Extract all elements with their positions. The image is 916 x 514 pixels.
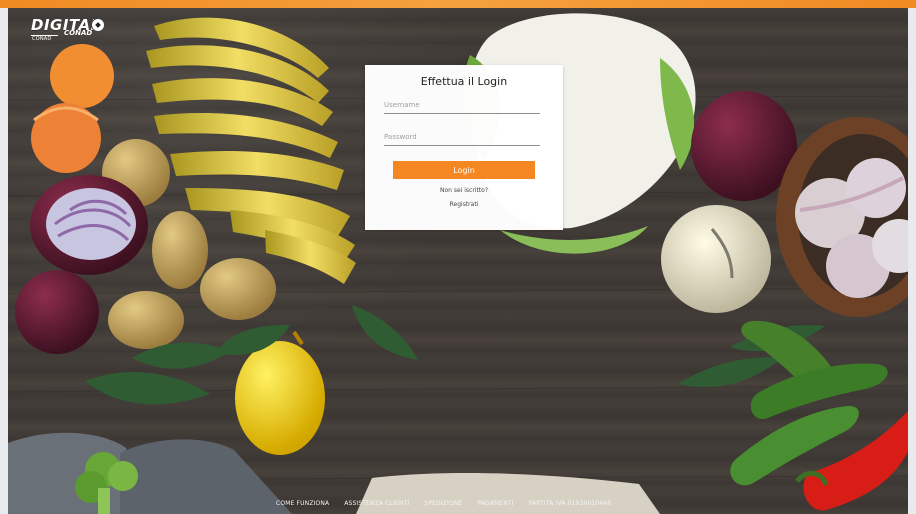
logo-tiny-text: CONAD [32,36,52,42]
username-input[interactable] [384,96,540,114]
footer-links: COME FUNZIONA ASSISTENZA CLIENTI SPEDIZI… [276,499,611,509]
basket-garlic [776,117,916,317]
login-button[interactable]: Login [393,161,535,179]
oranges [31,44,114,173]
right-browser-frame [908,8,916,514]
digital-conad-logo: DIGITAL CONAD CONAD [31,18,107,44]
footer-link-payments[interactable]: PAGAMENTI [477,500,513,508]
left-browser-frame [0,8,8,514]
register-link[interactable]: Registrati [365,201,563,209]
password-input[interactable] [384,128,540,146]
vat-number: PARTITA IVA 01939010466 [528,500,612,507]
footer-link-shipping[interactable]: SPEDIZIONE [424,500,462,508]
white-onion [661,205,771,313]
footer-link-how-it-works[interactable]: COME FUNZIONA [276,500,329,508]
footer-link-customer-support[interactable]: ASSISTENZA CLIENTI [344,500,409,508]
login-card: Effettua il Login Login Non sei iscritto… [365,65,563,230]
top-accent-bar [0,0,916,8]
login-title: Effettua il Login [420,75,508,88]
soccer-ball-icon [91,18,105,32]
broccoli-and-cloth [8,432,292,514]
login-page: DIGITAL CONAD CONAD Effettua il Login Lo… [0,0,916,514]
logo-sub-text: CONAD [64,29,93,37]
not-registered-text: Non sei iscritto? [439,187,489,194]
